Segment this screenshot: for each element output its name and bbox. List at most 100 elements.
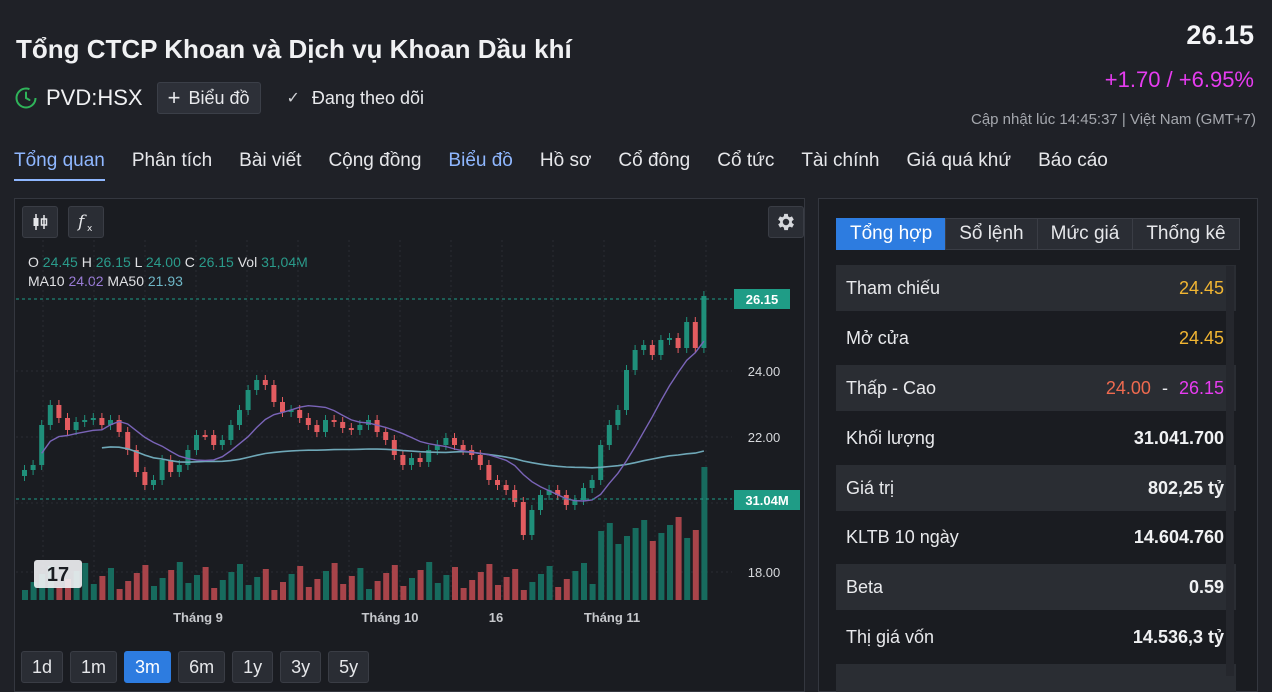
tab-overview[interactable]: Tổng quan xyxy=(14,150,105,181)
candle-body xyxy=(211,435,217,445)
candle-body xyxy=(452,438,457,445)
stat-label: Thị giá vốn xyxy=(846,626,935,647)
volume-bar xyxy=(357,568,364,600)
plus-icon: + xyxy=(167,85,181,110)
candle-body xyxy=(503,485,509,490)
candle-body xyxy=(133,450,139,472)
candle-body xyxy=(667,338,672,340)
stats-tab-orderbook[interactable]: Sổ lệnh xyxy=(945,218,1038,250)
candle-body xyxy=(323,420,328,432)
tab-reports[interactable]: Báo cáo xyxy=(1038,150,1108,181)
candle-body xyxy=(460,445,466,450)
range-6m[interactable]: 6m xyxy=(178,651,226,683)
candle-body xyxy=(409,458,414,465)
volume-bar xyxy=(520,590,527,600)
tab-chart[interactable]: Biểu đồ xyxy=(448,150,512,181)
candle-body xyxy=(219,440,225,445)
stats-scrollbar[interactable] xyxy=(1226,266,1234,676)
tab-profile[interactable]: Hồ sơ xyxy=(540,150,592,181)
volume-bar xyxy=(108,568,114,600)
range-1m[interactable]: 1m xyxy=(70,651,118,683)
volume-bar xyxy=(546,566,553,600)
day-low: 24.00 xyxy=(1105,377,1151,398)
range-1y[interactable]: 1y xyxy=(232,651,274,683)
volume-bar xyxy=(391,565,398,600)
volume-bar xyxy=(443,575,450,600)
stats-tabs: Tổng hợp Sổ lệnh Mức giá Thống kê xyxy=(836,218,1240,250)
market-clock-icon xyxy=(15,87,37,109)
candle-style-button[interactable] xyxy=(22,206,58,238)
range-5y[interactable]: 5y xyxy=(328,651,370,683)
nav-tabs: Tổng quan Phân tích Bài viết Cộng đồng B… xyxy=(14,150,1135,181)
range-separator: - xyxy=(1161,377,1168,398)
stat-value: 31.041.700 xyxy=(1133,427,1224,448)
volume-bar xyxy=(417,570,424,600)
follow-toggle[interactable]: ✓ Đang theo dõi xyxy=(287,88,425,109)
volume-bar xyxy=(572,571,579,600)
tab-community[interactable]: Cộng đồng xyxy=(328,150,421,181)
volume-bar xyxy=(434,583,441,600)
svg-text:f: f xyxy=(76,212,87,232)
volume-bar xyxy=(589,584,596,600)
volume-bar xyxy=(348,576,355,600)
volume-bar xyxy=(125,581,132,600)
candle-body xyxy=(529,510,535,535)
candle-body xyxy=(486,465,492,480)
ticker-row: PVD:HSX + Biểu đồ ✓ Đang theo dõi xyxy=(14,82,424,114)
candle-body xyxy=(82,420,88,422)
candle-body xyxy=(624,370,629,410)
tab-shareholders[interactable]: Cổ đông xyxy=(618,150,690,181)
candle-body xyxy=(280,402,285,412)
range-1d[interactable]: 1d xyxy=(21,651,64,683)
open-chart-button[interactable]: + Biểu đồ xyxy=(156,82,261,114)
candle-body xyxy=(176,465,182,472)
volume-bar xyxy=(271,590,278,600)
candle-body xyxy=(391,440,397,455)
indicators-button[interactable]: f x xyxy=(68,206,104,238)
volume-bar xyxy=(366,589,372,600)
volume-bar xyxy=(288,574,295,600)
day-high: 26.15 xyxy=(1178,377,1224,398)
tab-articles[interactable]: Bài viết xyxy=(239,150,301,181)
volume-bar xyxy=(667,525,673,600)
candle-body xyxy=(340,422,346,428)
candle-body xyxy=(383,432,389,440)
volume-bar xyxy=(280,582,286,600)
tab-dividends[interactable]: Cổ tức xyxy=(717,150,774,181)
tab-financials[interactable]: Tài chính xyxy=(801,150,879,181)
stat-value: 14.604.760 xyxy=(1133,526,1224,547)
volume-bar xyxy=(624,536,630,600)
candle-body xyxy=(262,380,268,385)
candle-body xyxy=(581,488,586,500)
volume-bar xyxy=(649,541,656,600)
stat-row-reference: Tham chiếu 24.45 xyxy=(836,265,1236,311)
stat-row-low-high: Thấp - Cao 24.00 - 26.15 xyxy=(836,365,1236,411)
range-3y[interactable]: 3y xyxy=(280,651,322,683)
y-tick-22: 22.00 xyxy=(748,430,781,445)
candle-body xyxy=(90,418,96,420)
check-icon: ✓ xyxy=(286,90,300,107)
volume-bar xyxy=(701,467,708,600)
volume-bar xyxy=(142,565,149,600)
stats-tab-price-levels[interactable]: Mức giá xyxy=(1036,218,1134,250)
candle-body xyxy=(39,425,45,465)
volume-bar xyxy=(460,588,467,600)
price-chart[interactable]: 26.15 31.04M 24.00 22.00 18.00 Tháng 9 T… xyxy=(16,240,804,640)
candle-body xyxy=(305,418,311,425)
candle-body xyxy=(202,435,208,437)
stats-tab-statistics[interactable]: Thống kê xyxy=(1132,218,1240,250)
volume-bar xyxy=(185,583,192,600)
volume-bar xyxy=(254,577,261,600)
range-3m[interactable]: 3m xyxy=(124,651,172,683)
tab-analysis[interactable]: Phân tích xyxy=(132,150,212,181)
chart-settings-button[interactable] xyxy=(768,206,804,238)
stats-tab-summary[interactable]: Tổng hợp xyxy=(836,218,947,250)
company-name: Tổng CTCP Khoan và Dịch vụ Khoan Dầu khí xyxy=(16,34,572,64)
volume-bar xyxy=(314,579,321,600)
candle-body xyxy=(477,455,483,465)
volume-bar xyxy=(56,587,63,600)
stat-row-avg-volume: KLTB 10 ngày 14.604.760 xyxy=(836,514,1236,560)
volume-bar xyxy=(151,586,157,600)
tab-price-history[interactable]: Giá quá khứ xyxy=(906,150,1011,181)
candle-body xyxy=(56,405,62,418)
